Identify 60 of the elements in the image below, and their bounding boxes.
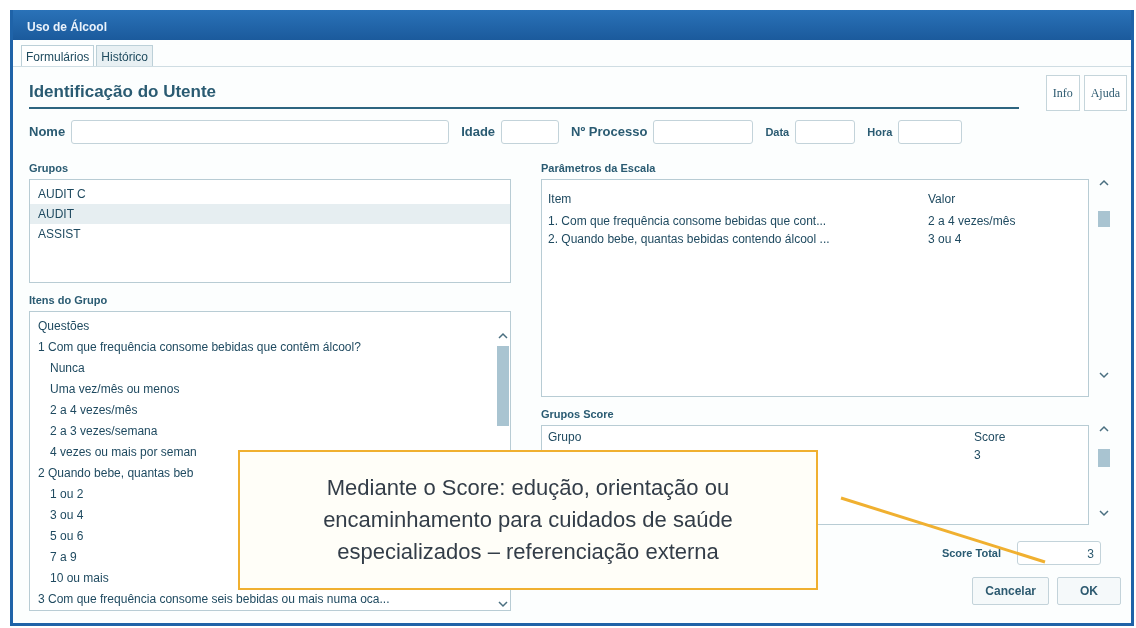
scrollbar-thumb[interactable]: [1098, 449, 1110, 467]
table-cell-text: 3: [974, 447, 981, 464]
section-title: Identificação do Utente: [29, 67, 1019, 109]
table-cell-text: 2 a 4 vezes/mês: [928, 213, 1016, 230]
answer-item[interactable]: 2 a 3 vezes/semana: [30, 421, 166, 442]
scrollbar-thumb[interactable]: [1098, 211, 1110, 227]
list-label: Itens do Grupo: [29, 293, 109, 307]
scroll-up-icon[interactable]: [1099, 425, 1109, 433]
answer-item[interactable]: Uma vez/mês ou menos: [30, 379, 188, 400]
scroll-down-icon[interactable]: [1099, 509, 1109, 517]
input-field[interactable]: [795, 120, 856, 144]
question-item[interactable]: 3 Com que frequência consome seis bebidas ou mais numa oca...: [30, 589, 398, 610]
tab[interactable]: Histórico: [96, 45, 154, 66]
input-field[interactable]: [653, 120, 754, 144]
scroll-down-icon[interactable]: [498, 600, 508, 608]
answer-item[interactable]: 5 ou 6: [30, 526, 92, 547]
answer-item[interactable]: Nunca: [30, 358, 93, 379]
callout-box: Mediante o Score: edução, orientação ou encaminhamento para cuidados de saúde especializados – referenciação externa: [238, 450, 818, 590]
window-title: Uso de Álcool: [13, 10, 1131, 40]
scroll-down-icon[interactable]: [1099, 371, 1109, 379]
header-button[interactable]: Info: [1045, 75, 1080, 111]
section-label: Grupos Score: [541, 407, 615, 421]
input-field[interactable]: [501, 120, 560, 144]
field-label: Data: [765, 124, 790, 140]
field-label: Nome: [29, 123, 66, 142]
field-label: Nº Processo: [571, 123, 648, 142]
field-label: Score Total: [941, 545, 1001, 561]
table-cell-text: 2. Quando bebe, quantas bebidas contendo álcool ...: [548, 231, 831, 248]
question-item[interactable]: 1 Com que frequência consome bebidas que contêm álcool?: [30, 337, 369, 358]
list-item[interactable]: AUDIT: [30, 204, 510, 224]
score-total-field[interactable]: 3: [1017, 541, 1101, 565]
header-button[interactable]: Ajuda: [1083, 75, 1127, 111]
dialog-button[interactable]: OK: [1057, 577, 1121, 605]
field-label: Idade: [461, 123, 496, 142]
input-field[interactable]: [71, 120, 450, 144]
table-cell-text: 3 ou 4: [928, 231, 962, 248]
section-label: Parâmetros da Escala: [541, 161, 657, 175]
answer-item[interactable]: 3 ou 4: [30, 505, 92, 526]
answer-item[interactable]: 10 ou mais: [30, 568, 117, 589]
column-header: Valor: [928, 191, 956, 208]
column-header: Item: [548, 191, 573, 208]
answer-item[interactable]: 4 vezes ou mais por seman: [30, 442, 205, 463]
input-field[interactable]: [898, 120, 963, 144]
answer-item[interactable]: 2 a 4 vezes/mês: [30, 400, 146, 421]
column-header: Grupo: [548, 429, 583, 446]
list-item[interactable]: ASSIST: [30, 224, 510, 244]
column-header: Score: [974, 429, 1006, 446]
table-cell-text: 1. Com que frequência consome bebidas que cont...: [548, 213, 828, 230]
scroll-up-icon[interactable]: [498, 332, 508, 340]
list-label: Grupos: [29, 161, 70, 175]
tab[interactable]: Formulários: [21, 45, 95, 66]
list-header: Questões: [37, 318, 91, 335]
scroll-up-icon[interactable]: [1099, 179, 1109, 187]
field-label: Hora: [867, 124, 893, 140]
list-item[interactable]: AUDIT C: [30, 184, 510, 204]
answer-item[interactable]: 1 ou 2: [30, 484, 92, 505]
question-item[interactable]: 2 Quando bebe, quantas beb: [30, 463, 202, 484]
dialog-button[interactable]: Cancelar: [972, 577, 1049, 605]
answer-item[interactable]: 7 a 9: [30, 547, 85, 568]
scrollbar-thumb[interactable]: [497, 346, 509, 426]
